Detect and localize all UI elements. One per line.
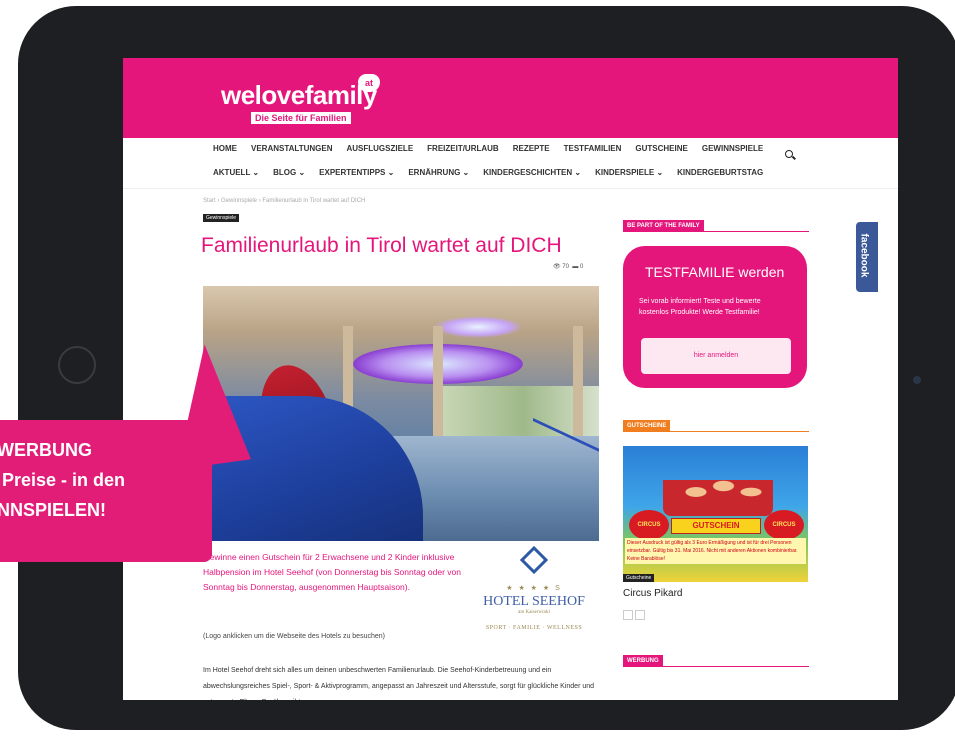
article-intro: Gewinne einen Gutschein für 2 Erwachsene…	[203, 552, 461, 592]
callout-line-3: VINNSPIELEN!	[0, 500, 107, 520]
facebook-label: facebook	[858, 233, 870, 278]
carousel-nav	[623, 607, 809, 625]
nav-item-freizeit[interactable]: FREIZEIT/URLAUB	[427, 144, 499, 153]
comments-count[interactable]: ▬ 0	[572, 264, 583, 270]
register-button[interactable]: hier anmelden	[641, 338, 791, 374]
hotel-stars: ★ ★ ★ ★ S	[506, 585, 562, 592]
circus-logo-left: CIRCUS PIKARD	[629, 510, 669, 558]
nav-item-gewinnspiele[interactable]: GEWINNSPIELE	[702, 144, 763, 153]
nav-item-rezepte[interactable]: REZEPTE	[513, 144, 550, 153]
circus-promo-image[interactable]: CIRCUS PIKARD CIRCUS PIKARD GUTSCHEIN Di…	[623, 446, 808, 582]
facebook-tab[interactable]: facebook	[856, 222, 878, 292]
heart-icon: at	[358, 74, 380, 92]
diamond-icon	[519, 545, 549, 575]
nav-item-veranstaltungen[interactable]: VERANSTALTUNGEN	[251, 144, 332, 153]
search-icon[interactable]	[785, 150, 793, 158]
testfamilie-widget: TESTFAMILIE werden Sei vorab informiert!…	[623, 246, 807, 388]
site-tagline: Die Seite für Familien	[251, 112, 351, 124]
article-meta: 👁 70 ▬ 0	[553, 263, 583, 270]
nav-item-ernaehrung[interactable]: ERNÄHRUNG ⌄	[408, 168, 469, 177]
site-logo[interactable]: welovefamily	[221, 80, 377, 111]
camera	[913, 376, 921, 384]
nav-row-primary: HOME VERANSTALTUNGEN AUSFLUGSZIELE FREIZEIT…	[213, 138, 777, 160]
callout-line-1: E WERBUNG	[0, 440, 92, 460]
tablet-frame: welovefamily at Die Seite für Familien H…	[18, 6, 955, 730]
article-title: Familienurlaub in Tirol wartet auf DICH	[201, 234, 562, 257]
nav-item-kindergeschichten[interactable]: KINDERGESCHICHTEN ⌄	[483, 168, 581, 177]
testfamilie-title: TESTFAMILIE werden	[645, 264, 785, 280]
sidebar-header-family: BE PART OF THE FAMILY	[623, 220, 704, 232]
hotel-location: am Kaiserwinkl	[518, 610, 550, 615]
promo-category-label[interactable]: Gutscheine	[623, 574, 655, 582]
sidebar-header-gutscheine: GUTSCHEINE	[623, 420, 671, 432]
gutschein-section: GUTSCHEINE	[623, 414, 809, 432]
promo-title[interactable]: Circus Pikard	[623, 588, 809, 599]
nav-item-gutscheine[interactable]: GUTSCHEINE	[635, 144, 687, 153]
sidebar-header-werbung: WERBUNG	[623, 655, 663, 667]
nav-item-kindergeburtstag[interactable]: KINDERGEBURTSTAG	[677, 168, 763, 177]
article-body: Im Hotel Seehof dreht sich alles um dein…	[203, 667, 595, 700]
views-count: 👁 70	[553, 264, 569, 270]
breadcrumb[interactable]: Start › Gewinnspiele › Familienurlaub in…	[203, 198, 365, 204]
nav-item-ausflugsziele[interactable]: AUSFLUGSZIELE	[346, 144, 413, 153]
prev-arrow-icon[interactable]	[623, 610, 633, 620]
werbung-section: WERBUNG	[623, 649, 809, 667]
testfamilie-text: Sei vorab informiert! Teste und bewerte …	[639, 298, 761, 316]
hotel-logo[interactable]: ★ ★ ★ ★ S HOTEL SEEHOF am Kaiserwinkl SP…	[477, 545, 591, 631]
site-header: welovefamily at Die Seite für Familien	[123, 58, 898, 138]
nav-item-aktuell[interactable]: AKTUELL ⌄	[213, 168, 259, 177]
nav-item-kinderspiele[interactable]: KINDERSPIELE ⌄	[595, 168, 663, 177]
nav-item-home[interactable]: HOME	[213, 144, 237, 153]
circus-logo-right: CIRCUS PIKARD	[764, 510, 804, 558]
nav-item-expertentipps[interactable]: EXPERTENTIPPS ⌄	[319, 168, 394, 177]
promo-callout: E WERBUNG re Preise - in den VINNSPIELEN…	[0, 420, 212, 562]
promo-terms: Dieser Ausdruck ist gültig als 3 Euro Er…	[625, 538, 806, 564]
logo-note: (Logo anklicken um die Webseite des Hote…	[203, 633, 385, 640]
gutschein-ribbon: GUTSCHEIN	[671, 518, 761, 534]
category-badge[interactable]: Gewinnspiele	[203, 214, 240, 222]
ceiling-light	[433, 316, 523, 338]
nav-row-secondary: AKTUELL ⌄ BLOG ⌄ EXPERTENTIPPS ⌄ ERNÄHRUNG …	[213, 162, 777, 184]
sidebar: BE PART OF THE FAMILY TESTFAMILIE werden…	[623, 214, 809, 667]
hero-image-pool	[203, 286, 599, 541]
nav-item-testfamilien[interactable]: TESTFAMILIEN	[564, 144, 622, 153]
hotel-tagline: SPORT · FAMILIE · WELLNESS	[485, 625, 583, 631]
home-button[interactable]	[58, 346, 96, 384]
circus-performers	[663, 456, 773, 516]
hotel-name: HOTEL SEEHOF	[483, 594, 585, 609]
next-arrow-icon[interactable]	[635, 610, 645, 620]
nav-item-blog[interactable]: BLOG ⌄	[273, 168, 305, 177]
callout-line-2: re Preise - in den	[0, 470, 126, 490]
main-navigation: HOME VERANSTALTUNGEN AUSFLUGSZIELE FREIZEIT…	[123, 138, 898, 189]
